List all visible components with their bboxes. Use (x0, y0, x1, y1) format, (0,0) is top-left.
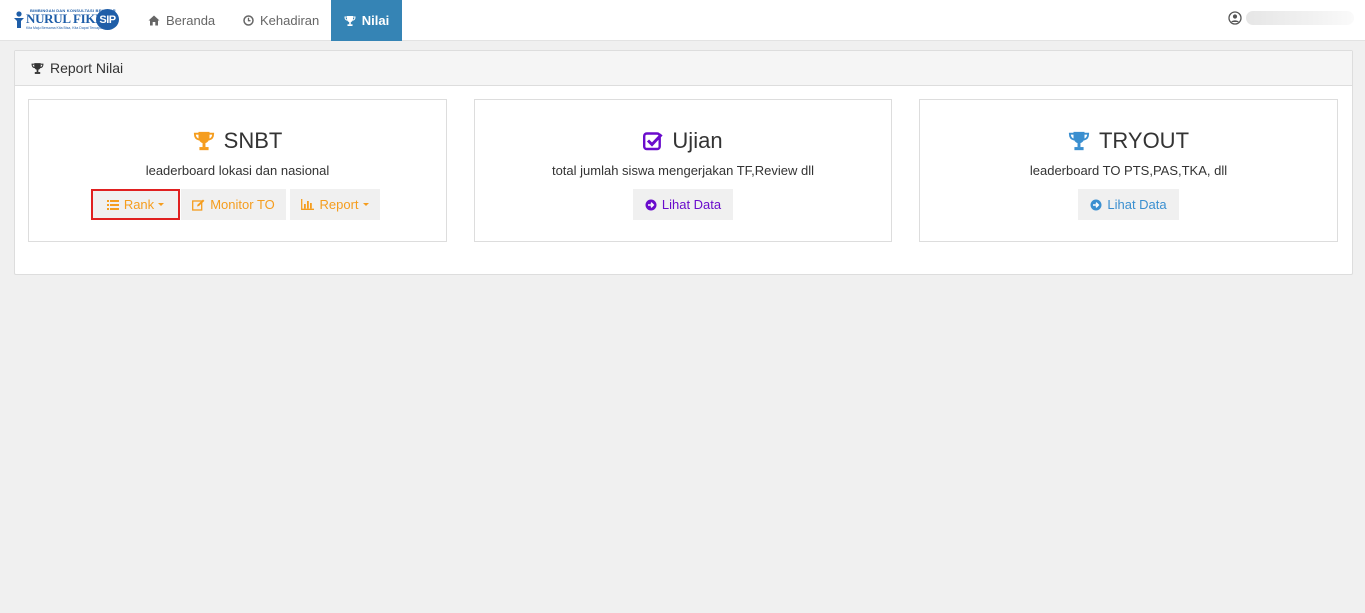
card-subtitle: leaderboard lokasi dan nasional (145, 163, 330, 178)
caret-down-icon (158, 203, 165, 206)
rank-dropdown-button[interactable]: Rank (91, 189, 180, 220)
card-title-text: TRYOUT (1098, 128, 1190, 153)
button-label: Lihat Data (1107, 197, 1167, 212)
button-label: Lihat Data (661, 197, 722, 212)
list-icon (106, 199, 119, 210)
nav-item-beranda[interactable]: Beranda (148, 0, 215, 41)
user-name-redacted[interactable] (1246, 11, 1354, 25)
bar-chart-icon (301, 199, 315, 210)
nav-item-nilai[interactable]: Nilai (331, 0, 402, 41)
nav-item-kehadiran[interactable]: Kehadiran (243, 0, 319, 41)
card-title: Ujian (475, 128, 891, 154)
nav-item-label: Kehadiran (260, 13, 320, 28)
top-navbar: BIMBINGAN DAN KONSULTASI BELAJAR NURUL F… (0, 0, 1365, 41)
caret-down-icon (362, 203, 369, 206)
panel-heading: Report Nilai (15, 51, 1352, 86)
clock-icon (243, 15, 254, 26)
button-label: Report (319, 197, 359, 212)
logo-tagline-bottom: Kita Maju Bersama Kita Bisa, Kita Dapat … (26, 26, 103, 30)
card-title: SNBT (29, 128, 446, 154)
card-subtitle: total jumlah siswa mengerjakan TF,Review… (551, 163, 815, 178)
report-nilai-panel: Report Nilai SNBT leaderboard lokasi dan… (14, 50, 1353, 275)
button-label: Rank (123, 197, 155, 212)
logo-sip-badge: SIP (96, 9, 119, 30)
trophy-icon (31, 62, 44, 74)
arrow-circle-right-icon (1090, 199, 1102, 210)
card-subtitle: leaderboard TO PTS,PAS,TKA, dll (1029, 163, 1228, 178)
trophy-icon (1068, 131, 1090, 151)
monitor-to-button[interactable]: Monitor TO (181, 189, 286, 220)
card-title-text: Ujian (672, 128, 723, 153)
arrow-circle-right-icon (645, 199, 657, 210)
lihat-data-tryout-button[interactable]: Lihat Data (1078, 189, 1179, 220)
user-circle-icon[interactable] (1228, 11, 1242, 25)
person-logo-icon (14, 11, 24, 28)
button-label: Monitor TO (210, 197, 275, 212)
card-tryout: TRYOUT leaderboard TO PTS,PAS,TKA, dll L… (919, 99, 1338, 242)
check-square-icon (643, 132, 664, 151)
home-icon (148, 15, 160, 26)
trophy-icon (344, 15, 356, 26)
lihat-data-ujian-button[interactable]: Lihat Data (633, 189, 733, 220)
trophy-icon (193, 131, 214, 151)
nav-item-label: Nilai (361, 13, 390, 28)
card-title: TRYOUT (920, 128, 1337, 154)
brand-logo[interactable]: BIMBINGAN DAN KONSULTASI BELAJAR NURUL F… (12, 8, 120, 32)
panel-title: Report Nilai (50, 60, 124, 76)
card-snbt: SNBT leaderboard lokasi dan nasional Ran… (28, 99, 447, 242)
report-dropdown-button[interactable]: Report (290, 189, 380, 220)
card-title-text: SNBT (223, 128, 283, 153)
edit-icon (192, 199, 205, 211)
card-ujian: Ujian total jumlah siswa mengerjakan TF,… (474, 99, 892, 242)
nav-item-label: Beranda (166, 13, 216, 28)
